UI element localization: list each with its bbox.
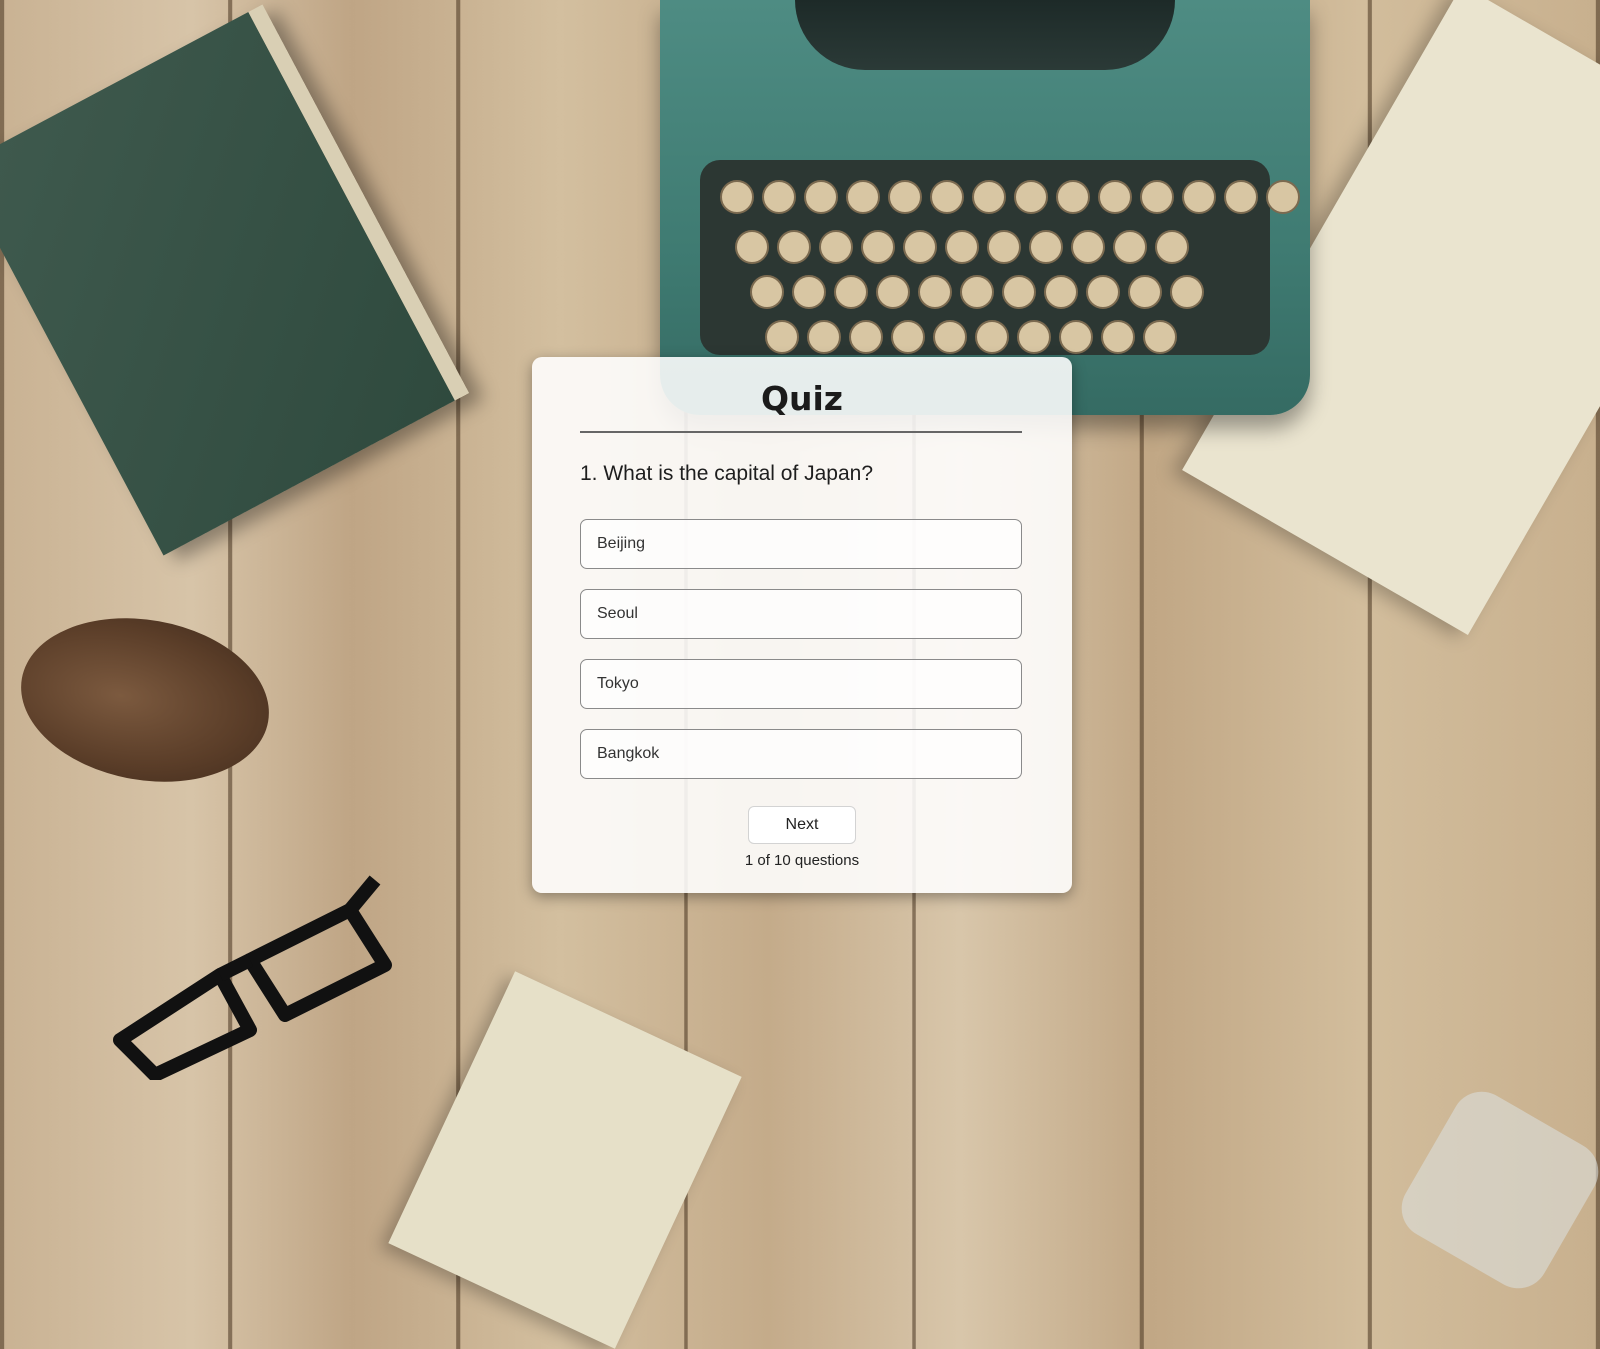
- typewriter-key: [1182, 180, 1216, 214]
- typewriter-key: [1266, 180, 1300, 214]
- option-tokyo[interactable]: Tokyo: [580, 659, 1022, 709]
- typewriter-roller: [795, 0, 1175, 70]
- typewriter-key: [1128, 275, 1162, 309]
- typewriter-key: [792, 275, 826, 309]
- pinecone: [8, 599, 282, 801]
- typewriter-key: [720, 180, 754, 214]
- typewriter-key: [1017, 320, 1051, 354]
- typewriter-key: [1086, 275, 1120, 309]
- typewriter-key: [933, 320, 967, 354]
- typewriter-key: [765, 320, 799, 354]
- typewriter-key: [849, 320, 883, 354]
- typewriter-key: [807, 320, 841, 354]
- typewriter-key: [876, 275, 910, 309]
- question-text: 1. What is the capital of Japan?: [580, 462, 874, 485]
- typewriter-key: [1170, 275, 1204, 309]
- typewriter-key: [1155, 230, 1189, 264]
- typewriter-key: [819, 230, 853, 264]
- question-progress: 1 of 10 questions: [744, 852, 860, 869]
- typewriter-keyboard: [700, 160, 1300, 355]
- typewriter-key: [834, 275, 868, 309]
- typewriter-key: [1140, 180, 1174, 214]
- typewriter-key: [1002, 275, 1036, 309]
- typewriter-key: [804, 180, 838, 214]
- typewriter-key: [846, 180, 880, 214]
- typewriter-key: [987, 230, 1021, 264]
- option-beijing[interactable]: Beijing: [580, 519, 1022, 569]
- title-divider: [580, 431, 1022, 433]
- option-bangkok[interactable]: Bangkok: [580, 729, 1022, 779]
- typewriter-key: [1101, 320, 1135, 354]
- typewriter-key: [975, 320, 1009, 354]
- typewriter-key: [972, 180, 1006, 214]
- quiz-card: Quiz 1. What is the capital of Japan? Be…: [532, 357, 1072, 893]
- typewriter-key: [1014, 180, 1048, 214]
- typewriter-key: [1071, 230, 1105, 264]
- typewriter-key: [1056, 180, 1090, 214]
- typewriter-key: [891, 320, 925, 354]
- typewriter-key: [1224, 180, 1258, 214]
- typewriter-key: [750, 275, 784, 309]
- typewriter-key: [735, 230, 769, 264]
- typewriter-key: [1113, 230, 1147, 264]
- option-seoul[interactable]: Seoul: [580, 589, 1022, 639]
- typewriter-key: [903, 230, 937, 264]
- typewriter-key: [777, 230, 811, 264]
- notepad: [388, 971, 742, 1349]
- glasses: [113, 875, 392, 1080]
- typewriter-key: [945, 230, 979, 264]
- next-button[interactable]: Next: [748, 806, 856, 844]
- book: [0, 4, 470, 556]
- typewriter-key: [918, 275, 952, 309]
- typewriter-key: [1143, 320, 1177, 354]
- typewriter-key: [960, 275, 994, 309]
- typewriter-key: [930, 180, 964, 214]
- typewriter-key: [1059, 320, 1093, 354]
- typewriter-key: [861, 230, 895, 264]
- typewriter-key: [1044, 275, 1078, 309]
- typewriter-key: [762, 180, 796, 214]
- quiz-title: Quiz: [760, 379, 844, 418]
- glass-jar: [1390, 1080, 1600, 1300]
- typewriter-key: [1098, 180, 1132, 214]
- typewriter-key: [1029, 230, 1063, 264]
- typewriter-key: [888, 180, 922, 214]
